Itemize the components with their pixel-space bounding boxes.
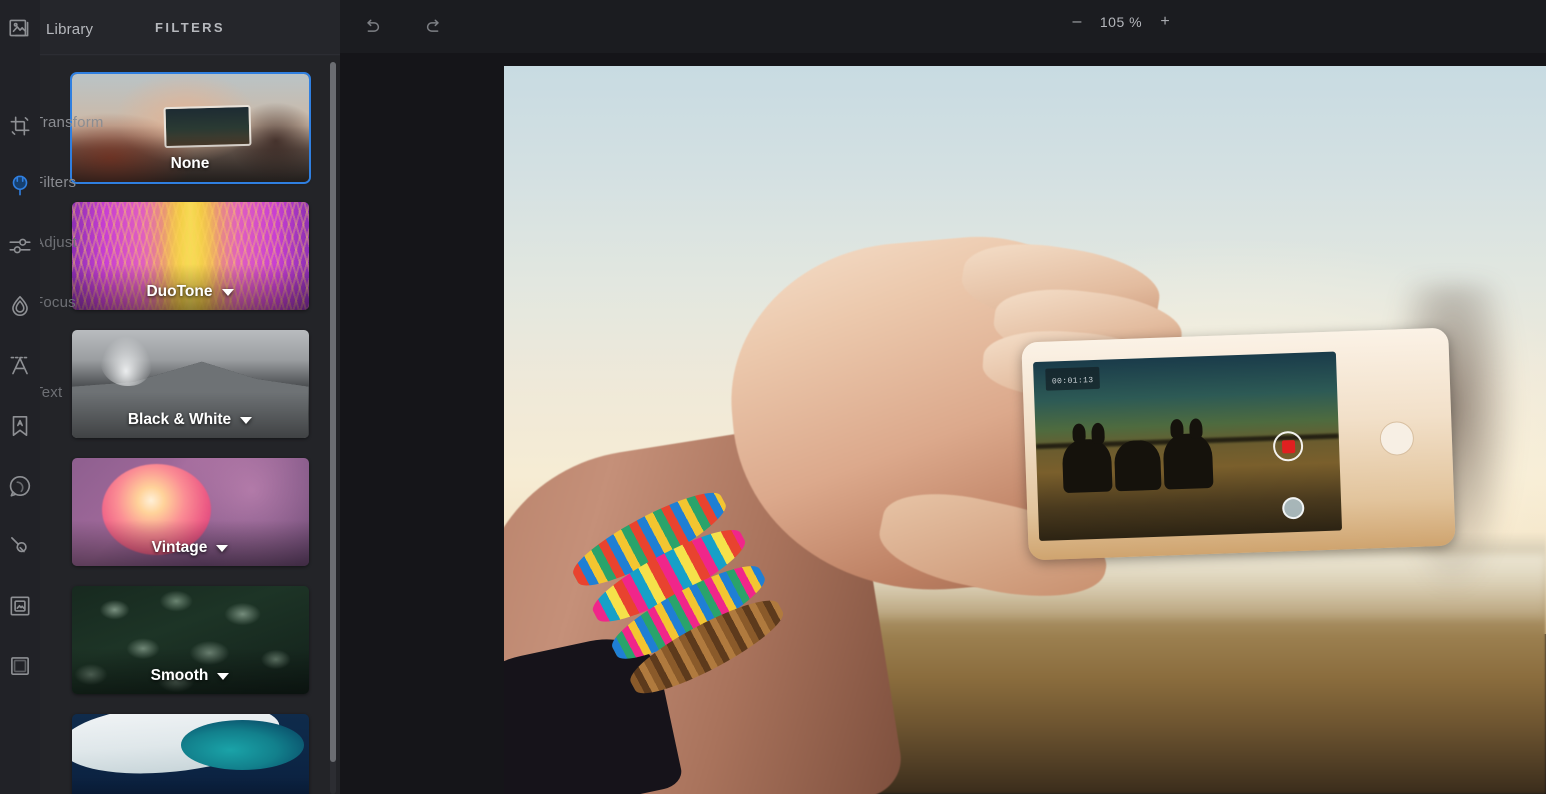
panel-title: FILTERS: [155, 19, 225, 35]
filter-thumbnail-list: None DuoTone Black & White Vintage Smoot…: [40, 56, 340, 794]
frame-icon: [10, 596, 30, 616]
chevron-down-icon[interactable]: [240, 417, 253, 424]
sticker-bubble-icon: [9, 475, 31, 497]
filter-label: Black & White: [127, 411, 232, 428]
recording-timer: 00:01:13: [1045, 366, 1100, 391]
tool-rail: [0, 0, 40, 794]
filter-caption: Vintage: [71, 520, 309, 566]
canvas-area: – 105 % + 00:01:13: [340, 0, 1546, 794]
text-a-icon: [10, 356, 30, 375]
library-button[interactable]: [0, 0, 40, 56]
chevron-down-icon[interactable]: [221, 289, 234, 296]
image-canvas[interactable]: 00:01:13: [504, 66, 1546, 794]
redo-arrow-icon: [426, 19, 439, 32]
filters-droplet-icon: [12, 175, 28, 196]
canvas-toolbar: – 105 % +: [340, 0, 1546, 53]
phone-screen: 00:01:13: [1033, 351, 1343, 542]
zoom-in-button[interactable]: +: [1158, 13, 1172, 31]
filter-label: Smooth: [150, 667, 209, 684]
filter-caption: Cold: [71, 776, 309, 794]
filter-item-vintage[interactable]: Vintage: [71, 458, 309, 566]
sidebar-item-sticker[interactable]: [0, 456, 40, 516]
filters-panel: FILTERS None DuoTone Black & White Vinta…: [40, 0, 340, 794]
chevron-down-icon[interactable]: [217, 673, 230, 680]
filter-label: None: [170, 155, 210, 172]
undo-button[interactable]: [356, 11, 388, 43]
phone-screen-subject: [1053, 401, 1244, 494]
filter-item-none[interactable]: None: [69, 72, 311, 184]
tool-list: [0, 96, 40, 696]
undo-arrow-icon: [367, 19, 380, 32]
photo-stack-icon: [9, 19, 29, 37]
brush-icon: [11, 537, 27, 553]
record-stop-square: [1281, 440, 1295, 454]
filter-item-smooth[interactable]: Smooth: [71, 586, 309, 694]
badge-ribbon-icon: [12, 415, 28, 437]
adjust-sliders-icon: [9, 238, 31, 254]
transform-crop-icon: [10, 116, 30, 136]
filter-item-duotone[interactable]: DuoTone: [71, 202, 309, 310]
photo-editor-window: Transform Filters Adjust Focus Text Libr…: [0, 0, 1546, 794]
filter-item-cold[interactable]: Cold: [71, 714, 309, 794]
filter-item-black-and-white[interactable]: Black & White: [71, 330, 309, 438]
snapshot-button[interactable]: [1281, 497, 1305, 521]
sidebar-item-adjust[interactable]: [0, 216, 40, 276]
sidebar-item-transform[interactable]: [0, 96, 40, 156]
sidebar-item-shape[interactable]: [0, 636, 40, 696]
photo-smartphone: 00:01:13: [1021, 327, 1456, 562]
filter-caption: Black & White: [71, 392, 309, 438]
filters-panel-header: FILTERS: [40, 0, 340, 55]
filter-caption: DuoTone: [71, 264, 309, 310]
filters-scrollbar[interactable]: [330, 62, 336, 794]
chevron-down-icon[interactable]: [216, 545, 229, 552]
zoom-level-value: 105 %: [1099, 14, 1143, 30]
sidebar-item-brush[interactable]: [0, 516, 40, 576]
redo-button[interactable]: [418, 11, 450, 43]
recording-timer-value: 00:01:13: [1051, 376, 1094, 387]
sidebar-item-frame[interactable]: [0, 576, 40, 636]
filters-panel-body: None DuoTone Black & White Vintage Smoot…: [40, 56, 340, 794]
zoom-out-button[interactable]: –: [1070, 13, 1084, 31]
edited-photo: 00:01:13: [504, 66, 1546, 794]
filter-caption: None: [71, 136, 309, 182]
filter-label: DuoTone: [146, 283, 213, 300]
sidebar-item-focus[interactable]: [0, 276, 40, 336]
record-button[interactable]: [1272, 431, 1304, 463]
shape-square-icon: [11, 657, 29, 675]
sidebar-item-filters[interactable]: [0, 156, 40, 216]
focus-droplet-icon: [12, 295, 28, 316]
filters-scrollbar-thumb[interactable]: [330, 62, 336, 762]
zoom-control: – 105 % +: [1070, 13, 1172, 31]
filter-caption: Smooth: [71, 648, 309, 694]
sidebar-item-text[interactable]: [0, 336, 40, 396]
filter-label: Vintage: [151, 539, 208, 556]
sidebar-item-badge[interactable]: [0, 396, 40, 456]
